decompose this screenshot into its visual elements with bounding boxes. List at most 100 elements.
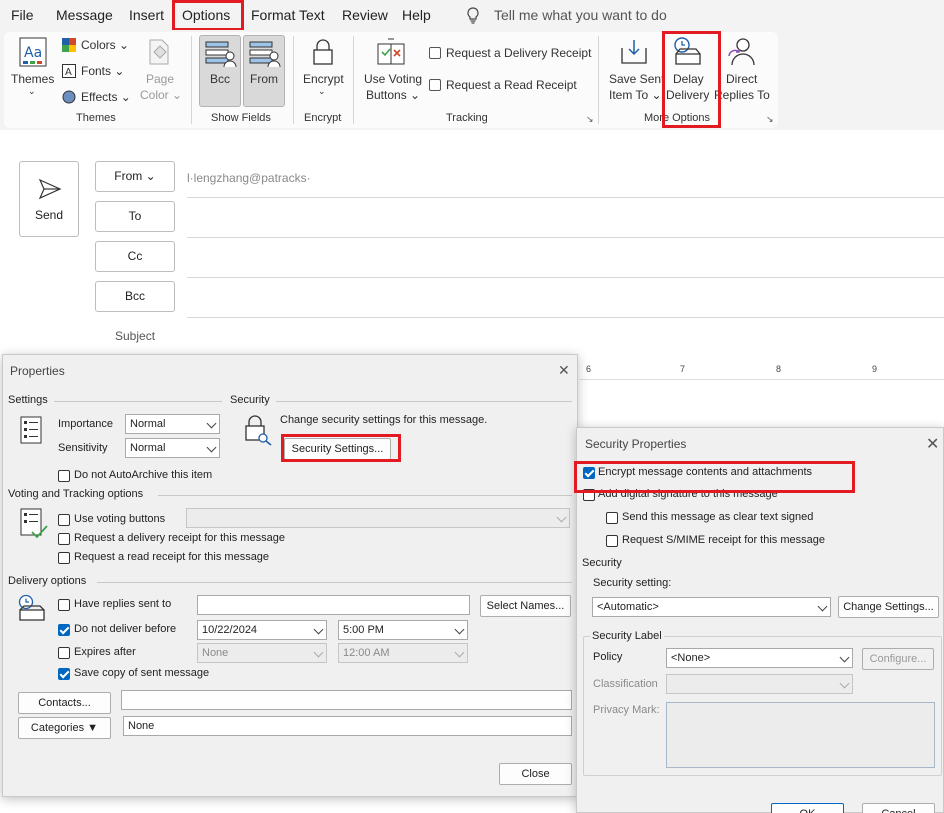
change-settings-button[interactable]: Change Settings... xyxy=(838,596,939,618)
direct-replies-label-1[interactable]: Direct xyxy=(726,72,757,86)
replies-sent-to-input[interactable] xyxy=(197,595,470,615)
expires-after-checkbox[interactable] xyxy=(58,647,70,659)
themes-dropdown-chevron[interactable]: ⌄ xyxy=(28,86,36,97)
do-not-autoarchive-label: Do not AutoArchive this item xyxy=(74,469,213,481)
classification-select[interactable] xyxy=(666,674,853,694)
security-properties-close-icon[interactable]: ✕ xyxy=(926,434,939,454)
request-smime-label: Request S/MIME receipt for this message xyxy=(622,534,825,546)
deliver-date-value: 10/22/2024 xyxy=(202,624,258,636)
voting-buttons-select[interactable] xyxy=(186,508,570,528)
delay-delivery-icon[interactable] xyxy=(672,36,704,66)
encrypt-contents-checkbox[interactable] xyxy=(583,467,595,479)
categories-button[interactable]: Categories ▼ xyxy=(18,717,111,739)
menu-options[interactable]: Options xyxy=(182,0,230,30)
close-button[interactable]: Close xyxy=(499,763,572,785)
direct-replies-label-2[interactable]: Replies To xyxy=(714,88,770,102)
chevron-down-icon xyxy=(839,678,850,689)
cc-field-line[interactable] xyxy=(187,277,944,278)
encrypt-button-label[interactable]: Encrypt xyxy=(303,72,344,86)
do-not-deliver-before-checkbox[interactable] xyxy=(58,624,70,636)
delay-delivery-label-2[interactable]: Delivery xyxy=(666,88,709,102)
ribbon-separator xyxy=(191,36,192,124)
expires-after-label: Expires after xyxy=(74,646,136,658)
contacts-input[interactable] xyxy=(121,690,572,710)
more-options-group-label: More Options xyxy=(644,112,711,124)
menu-insert[interactable]: Insert xyxy=(129,0,164,30)
chevron-down-icon xyxy=(454,624,465,635)
fonts-button[interactable]: Fonts ⌄ xyxy=(81,64,124,78)
chevron-down-icon xyxy=(206,418,217,429)
properties-close-icon[interactable]: ✕ xyxy=(558,362,570,379)
expires-date-select[interactable]: None xyxy=(197,643,327,663)
ribbon-separator xyxy=(598,36,599,124)
encrypt-contents-label: Encrypt message contents and attachments xyxy=(598,466,813,478)
colors-icon xyxy=(62,38,76,52)
clear-text-signed-checkbox[interactable] xyxy=(606,512,618,524)
add-digital-signature-checkbox[interactable] xyxy=(583,489,595,501)
voting-buttons-label-text: Buttons xyxy=(366,88,407,102)
direct-replies-icon[interactable] xyxy=(728,36,758,66)
security-setting-select[interactable]: <Automatic> xyxy=(592,597,831,617)
configure-button[interactable]: Configure... xyxy=(862,648,934,670)
request-read-receipt-checkbox[interactable] xyxy=(429,79,441,91)
expires-time-select[interactable]: 12:00 AM xyxy=(338,643,468,663)
do-not-autoarchive-checkbox[interactable] xyxy=(58,470,70,482)
menu-help[interactable]: Help xyxy=(402,0,431,30)
policy-value: <None> xyxy=(671,652,711,664)
menu-message[interactable]: Message xyxy=(56,0,113,30)
page-color-label-1[interactable]: Page xyxy=(146,72,174,86)
bcc-field-line[interactable] xyxy=(187,317,944,318)
to-button[interactable]: To xyxy=(95,201,175,232)
cancel-button[interactable]: Cancel xyxy=(862,803,935,813)
importance-select[interactable]: Normal xyxy=(125,414,220,434)
more-options-dialog-launcher-icon[interactable]: ↘ xyxy=(766,114,774,125)
effects-button[interactable]: Effects ⌄ xyxy=(81,90,131,104)
select-names-button[interactable]: Select Names... xyxy=(480,595,571,617)
cc-button[interactable]: Cc xyxy=(95,241,175,272)
have-replies-sent-to-checkbox[interactable] xyxy=(58,599,70,611)
contacts-button[interactable]: Contacts... xyxy=(18,692,111,714)
voting-buttons-label-2[interactable]: Buttons ⌄ xyxy=(366,88,420,102)
use-voting-buttons-checkbox[interactable] xyxy=(58,514,70,526)
request-delivery-receipt-msg-checkbox[interactable] xyxy=(58,533,70,545)
page-color-label-2[interactable]: Color ⌄ xyxy=(140,88,182,102)
save-sent-item-label-1[interactable]: Save Sent xyxy=(609,72,664,86)
request-smime-checkbox[interactable] xyxy=(606,535,618,547)
save-sent-item-label-2[interactable]: Item To ⌄ xyxy=(609,88,662,102)
ok-button[interactable]: OK xyxy=(771,803,844,813)
security-header: Security xyxy=(230,394,270,406)
menu-format-text[interactable]: Format Text xyxy=(251,0,325,30)
tracking-dialog-launcher-icon[interactable]: ↘ xyxy=(586,114,594,125)
ruler-mark: 8 xyxy=(776,364,782,374)
policy-select[interactable]: <None> xyxy=(666,648,853,668)
menu-file[interactable]: File xyxy=(11,0,34,30)
from-button[interactable]: From ⌄ xyxy=(95,161,175,192)
delivery-options-header: Delivery options xyxy=(8,575,87,587)
save-sent-item-icon[interactable] xyxy=(619,38,649,66)
encrypt-dropdown-chevron[interactable]: ⌄ xyxy=(318,86,326,97)
request-delivery-receipt-checkbox[interactable] xyxy=(429,47,441,59)
themes-button-label[interactable]: Themes xyxy=(11,72,54,86)
voting-buttons-icon[interactable] xyxy=(376,38,406,66)
colors-button[interactable]: Colors ⌄ xyxy=(81,38,129,52)
tracking-group-label: Tracking xyxy=(446,112,488,124)
request-read-receipt-msg-checkbox[interactable] xyxy=(58,552,70,564)
ribbon-separator xyxy=(293,36,294,124)
to-field-line[interactable] xyxy=(187,237,944,238)
deliver-date-select[interactable]: 10/22/2024 xyxy=(197,620,327,640)
delay-delivery-label-1[interactable]: Delay xyxy=(673,72,704,86)
voting-buttons-label-1[interactable]: Use Voting xyxy=(364,72,422,86)
save-copy-checkbox[interactable] xyxy=(58,668,70,680)
sensitivity-select[interactable]: Normal xyxy=(125,438,220,458)
categories-input[interactable]: None xyxy=(123,716,572,736)
send-label: Send xyxy=(34,208,64,222)
security-settings-button[interactable]: Security Settings... xyxy=(284,438,391,460)
deliver-time-select[interactable]: 5:00 PM xyxy=(338,620,468,640)
bcc-button[interactable]: Bcc xyxy=(95,281,175,312)
do-not-deliver-before-label: Do not deliver before xyxy=(74,623,177,635)
menu-review[interactable]: Review xyxy=(342,0,388,30)
lock-icon[interactable] xyxy=(312,38,334,66)
privacy-mark-textarea[interactable] xyxy=(666,702,935,768)
expires-date-value: None xyxy=(202,647,229,659)
send-button[interactable]: Send xyxy=(19,161,79,237)
